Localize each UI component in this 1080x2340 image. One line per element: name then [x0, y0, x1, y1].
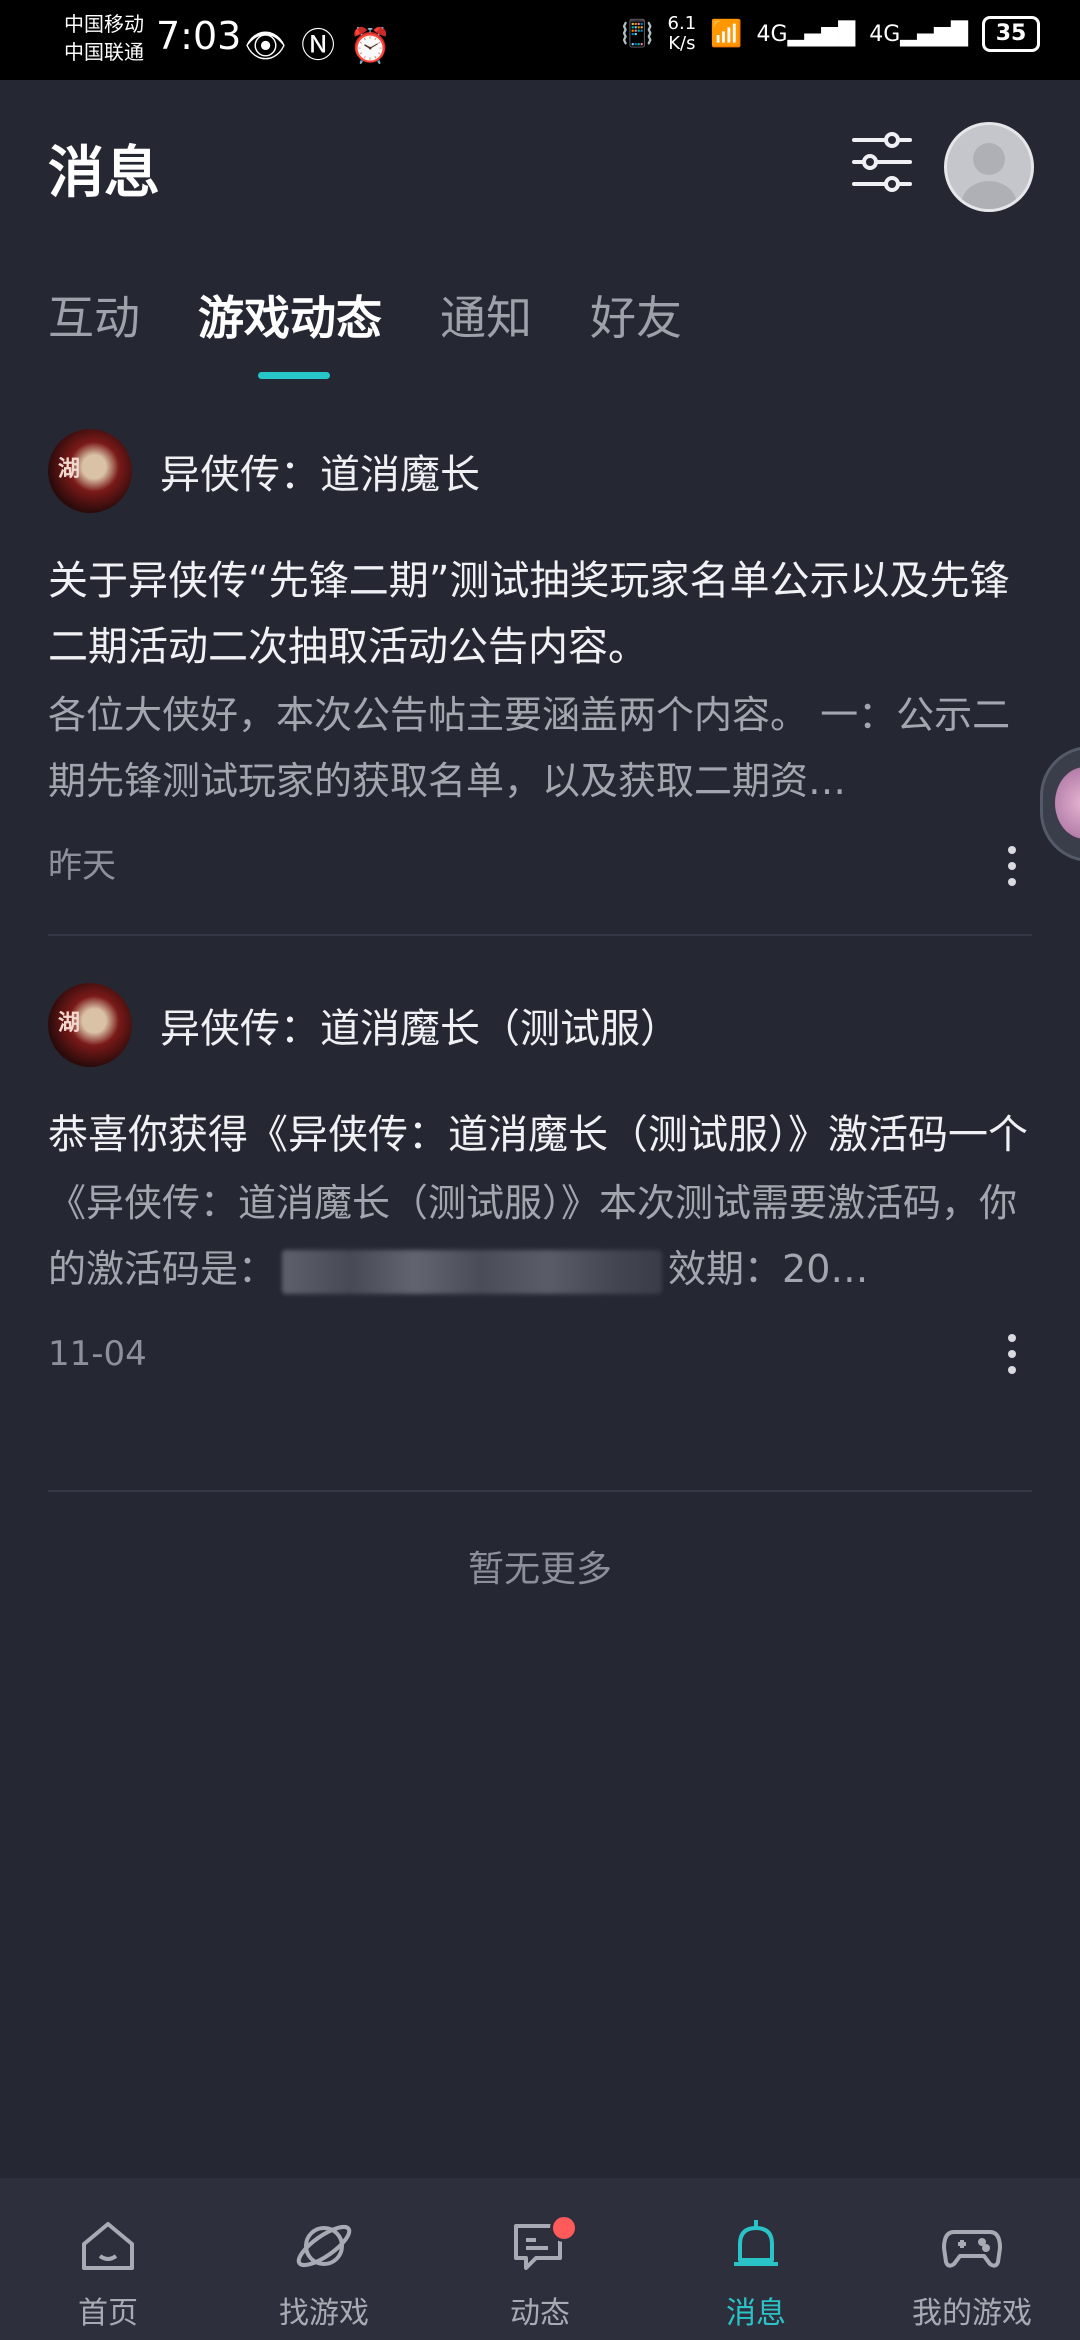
message-body: 各位大侠好，本次公告帖主要涵盖两个内容。 一：公示二期先锋测试玩家的获取名单，以… — [48, 693, 1011, 803]
message-time: 昨天 — [48, 846, 116, 886]
active-tab-indicator — [258, 372, 330, 379]
unread-badge — [550, 2214, 578, 2242]
message-time: 11-04 — [48, 1334, 147, 1374]
message-title: 恭喜你获得《异侠传：道消魔长（测试服）》激活码一个 — [48, 1112, 1028, 1158]
clock: 7:03 — [156, 14, 242, 58]
message-body: 《异侠传：道消魔长（测试服）》本次测试需要激活码，你的激活码是： 效期：20… — [48, 1170, 1032, 1302]
game-logo-icon[interactable]: 湖 — [48, 429, 132, 513]
tab-bar: 互动 游戏动态 通知 好友 — [48, 282, 682, 348]
net-speed: 6.1 K/s — [667, 13, 697, 54]
nav-activity[interactable]: 动态 — [432, 2178, 648, 2340]
user-avatar-icon — [961, 143, 1017, 209]
tab-notifications[interactable]: 通知 — [440, 282, 532, 348]
nav-my-games[interactable]: 我的游戏 — [864, 2178, 1080, 2340]
message-card[interactable]: 湖 异侠传：道消魔长（测试服） 恭喜你获得《异侠传：道消魔长（测试服）》激活码一… — [48, 980, 1032, 1384]
nav-messages[interactable]: 消息 — [648, 2178, 864, 2340]
carrier-1: 中国移动 — [64, 12, 144, 36]
floating-assistant-button[interactable] — [1040, 746, 1080, 862]
battery-icon: 35 — [982, 16, 1040, 52]
message-game-row: 湖 异侠传：道消魔长 — [48, 426, 1032, 516]
carrier-2: 中国联通 — [64, 40, 144, 64]
assistant-avatar-icon — [1055, 767, 1080, 839]
status-bar: 中国移动 中国联通 7:03 👁Ⓝ⏰ 📳 6.1 K/s 📶 4G▂▄▆█ 4G… — [0, 0, 1080, 80]
gamepad-icon — [942, 2230, 1002, 2268]
no-more-text: 暂无更多 — [467, 1549, 612, 1590]
divider — [48, 934, 1032, 936]
eye-icon: 👁 — [244, 26, 302, 66]
redacted-activation-code — [282, 1249, 663, 1294]
tab-friends[interactable]: 好友 — [590, 282, 682, 348]
nav-find-games[interactable]: 找游戏 — [216, 2178, 432, 2340]
vibrate-icon: 📳 — [621, 19, 654, 49]
tab-game-news[interactable]: 游戏动态 — [198, 282, 382, 348]
sliders-icon — [852, 132, 912, 192]
message-meta: 昨天 — [48, 836, 1032, 896]
tab-interaction[interactable]: 互动 — [48, 282, 140, 348]
home-icon — [82, 2222, 134, 2270]
message-meta: 11-04 — [48, 1324, 1032, 1384]
page-title: 消息 — [48, 141, 160, 206]
status-icons-left: 👁Ⓝ⏰ — [244, 18, 406, 67]
game-name[interactable]: 异侠传：道消魔长（测试服） — [160, 996, 680, 1054]
more-options-button[interactable] — [992, 840, 1032, 892]
alarm-icon: ⏰ — [349, 26, 406, 66]
wifi-icon: 📶 — [710, 19, 743, 49]
more-dots-icon — [1008, 846, 1016, 854]
game-logo-icon[interactable]: 湖 — [48, 983, 132, 1067]
message-game-row: 湖 异侠传：道消魔长（测试服） — [48, 980, 1032, 1070]
message-title: 关于异侠传“先锋二期”测试抽奖玩家名单公示以及先锋二期活动二次抽取活动公告内容。 — [48, 558, 1010, 670]
filter-button[interactable] — [850, 130, 914, 194]
signal-4g-icon: 4G▂▄▆█ — [869, 21, 968, 47]
more-dots-icon — [1008, 1334, 1016, 1342]
avatar[interactable] — [944, 122, 1034, 212]
planet-icon — [296, 2224, 352, 2268]
status-icons-right: 📳 6.1 K/s 📶 4G▂▄▆█ 4G▂▄▆█ 35 — [621, 14, 1040, 54]
more-options-button[interactable] — [992, 1328, 1032, 1380]
bell-icon — [734, 2220, 778, 2266]
signal-4g-icon: 4G▂▄▆█ — [756, 21, 856, 47]
nav-home[interactable]: 首页 — [0, 2178, 216, 2340]
nfc-icon: Ⓝ — [301, 26, 350, 66]
divider — [48, 1490, 1032, 1492]
carrier-info: 中国移动 中国联通 — [64, 10, 144, 66]
game-name[interactable]: 异侠传：道消魔长 — [160, 442, 480, 500]
message-card[interactable]: 湖 异侠传：道消魔长 关于异侠传“先锋二期”测试抽奖玩家名单公示以及先锋二期活动… — [48, 426, 1032, 896]
bottom-nav: 首页 找游戏 动态 消息 我的游戏 — [0, 2178, 1080, 2340]
